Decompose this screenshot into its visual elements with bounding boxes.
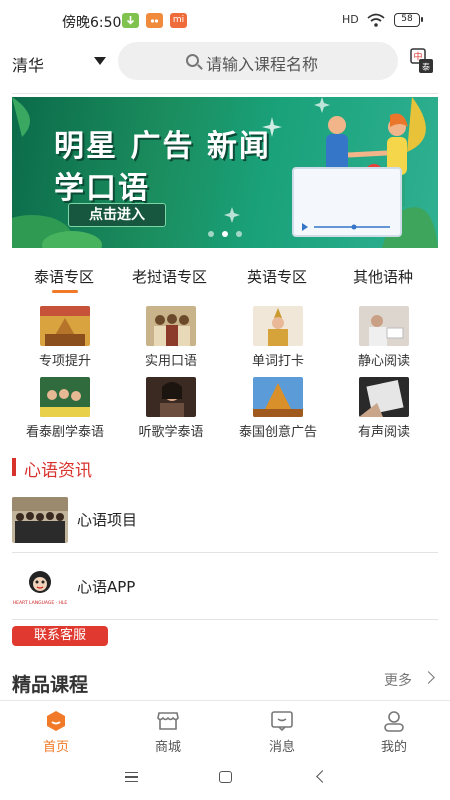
grid-label: 专项提升 [38, 354, 91, 369]
thai-temple-ad-image [253, 377, 303, 417]
nav-home[interactable]: 首页 [0, 701, 112, 757]
active-tab-indicator [52, 290, 78, 293]
nav-messages[interactable]: 消息 [226, 701, 338, 757]
back-icon[interactable] [316, 770, 329, 783]
grid-label: 泰国创意广告 [238, 425, 317, 440]
nav-label: 商城 [154, 740, 181, 755]
reading-woman-image [359, 306, 409, 346]
nav-profile[interactable]: 我的 [338, 701, 450, 757]
thai-dancer-image [253, 306, 303, 346]
featured-courses-title: 精品课程 [12, 674, 89, 696]
contact-support-button[interactable]: 联系客服 [12, 626, 108, 646]
svg-text:HEART LANGUAGE · HLE: HEART LANGUAGE · HLE [13, 600, 68, 606]
more-link[interactable]: 更多 [384, 670, 412, 690]
news-item-label: 心语项目 [77, 511, 138, 529]
promo-banner[interactable]: 明星 广告 新闻 学口语 点击进入 [12, 97, 438, 248]
grid-label: 看泰剧学泰语 [25, 425, 104, 440]
grid-item-special-improvement[interactable]: 专项提升 [15, 306, 115, 376]
temple-image [40, 306, 90, 346]
video-player-illustration [292, 167, 402, 237]
tab-english[interactable]: 英语专区 [247, 266, 307, 287]
grid-label: 有声阅读 [357, 425, 410, 440]
search-placeholder[interactable]: 请输入课程名称 [206, 51, 318, 75]
tab-thai[interactable]: 泰语专区 [34, 266, 94, 287]
group-photo-image [146, 306, 196, 346]
banner-title-line1: 明星 广告 新闻 [54, 129, 271, 164]
banner-title-line2: 学口语 [54, 171, 150, 206]
battery-icon: 58 [394, 13, 423, 27]
grid-item-thai-ads[interactable]: 泰国创意广告 [228, 377, 328, 447]
tablet-reading-image [359, 377, 409, 417]
search-bar[interactable]: 请输入课程名称 [118, 42, 398, 80]
app-notification-icon [146, 13, 163, 28]
shop-icon [157, 712, 179, 730]
wifi-icon [367, 13, 385, 27]
grid-item-practical-speaking[interactable]: 实用口语 [121, 306, 221, 376]
grid-item-word-checkin[interactable]: 单词打卡 [228, 306, 328, 376]
grid-label: 单词打卡 [251, 354, 304, 369]
mi-notification-icon: mi [170, 13, 187, 28]
search-icon [186, 54, 199, 67]
message-icon [271, 711, 293, 732]
grid-item-songs[interactable]: 听歌学泰语 [121, 377, 221, 447]
section-marker [12, 458, 16, 476]
profile-icon [384, 711, 404, 732]
carousel-dot[interactable] [236, 231, 242, 237]
news-item-app[interactable]: HEART LANGUAGE · HLE 心语APP [12, 554, 438, 620]
grid-label: 实用口语 [144, 354, 197, 369]
news-item-project[interactable]: 心语项目 [12, 487, 438, 553]
nav-label: 我的 [380, 740, 407, 755]
status-time: 傍晚6:50 [62, 15, 122, 31]
translate-icon[interactable]: 中 泰 [410, 48, 434, 74]
singer-image [146, 377, 196, 417]
tab-other-languages[interactable]: 其他语种 [353, 266, 413, 287]
svg-text:中: 中 [413, 51, 422, 63]
header-divider [12, 93, 438, 94]
download-notification-icon [122, 13, 139, 28]
tab-lao[interactable]: 老挝语专区 [132, 266, 207, 287]
bottom-navigation: 首页 商城 消息 我的 [0, 700, 450, 756]
carousel-dot[interactable] [208, 231, 214, 237]
status-bar: 傍晚6:50 mi HD 58 [0, 0, 450, 40]
news-section-title: 心语资讯 [24, 461, 92, 481]
news-item-label: 心语APP [77, 578, 136, 596]
grid-item-quiet-reading[interactable]: 静心阅读 [334, 306, 434, 376]
drama-poster-image [40, 377, 90, 417]
signal-label: HD [342, 13, 359, 26]
home-icon [47, 711, 65, 731]
menu-icon[interactable] [125, 772, 138, 782]
monkey-logo-image: HEART LANGUAGE · HLE [12, 564, 68, 610]
grid-label: 听歌学泰语 [138, 425, 204, 440]
grid-label: 静心阅读 [357, 354, 410, 369]
dropdown-caret-icon[interactable] [94, 57, 106, 65]
home-square-icon[interactable] [219, 771, 232, 783]
carousel-dot-active[interactable] [222, 231, 228, 237]
svg-text:泰: 泰 [422, 62, 430, 72]
nav-shop[interactable]: 商城 [112, 701, 224, 757]
nav-label: 首页 [42, 740, 69, 755]
grid-item-audio-reading[interactable]: 有声阅读 [334, 377, 434, 447]
city-selector[interactable]: 清华 [12, 52, 44, 76]
banner-enter-button[interactable]: 点击进入 [68, 203, 166, 227]
team-photo-image [12, 497, 68, 543]
chevron-right-icon[interactable] [422, 671, 435, 684]
system-navigation-bar [0, 756, 450, 800]
grid-item-thai-drama[interactable]: 看泰剧学泰语 [15, 377, 115, 447]
nav-label: 消息 [268, 740, 295, 755]
